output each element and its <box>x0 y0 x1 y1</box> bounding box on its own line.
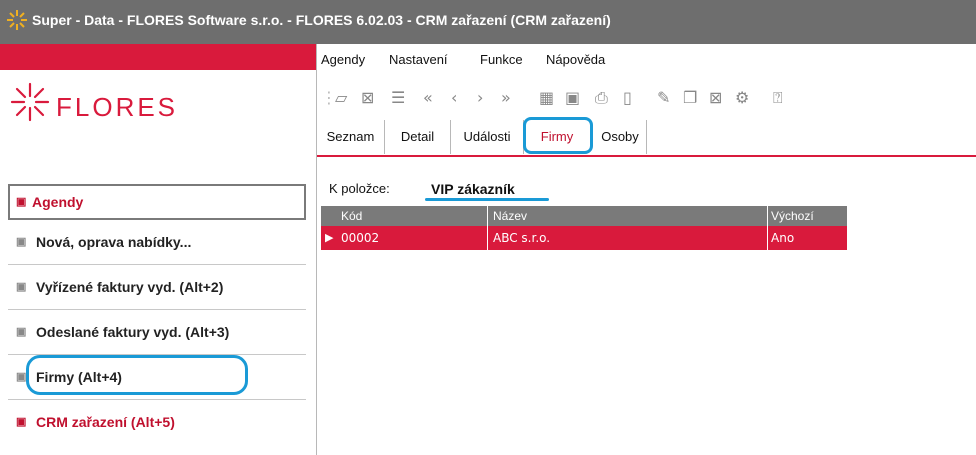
sidebar-item-odeslane-faktury[interactable]: ▣ Odeslané faktury vyd. (Alt+3) <box>8 310 306 355</box>
context-label: K položce: <box>329 181 390 196</box>
column-separator <box>487 206 488 226</box>
item-bullet-icon: ▣ <box>16 326 27 338</box>
sidebar-nav: ▣ Agendy ▣ Nová, oprava nabídky... ▣ Vyř… <box>8 184 306 444</box>
title-bar: Super - Data - FLORES Software s.r.o. - … <box>0 0 976 44</box>
item-bullet-icon: ▣ <box>16 416 27 428</box>
toolbar: ⋮ ▱ ⊠ ☰ « ‹ › » ▦ ▣ ⎙ ▯ ✎ ❐ ⊠ ⚙ ⍰ <box>317 80 976 116</box>
menu-bar: Agendy Nastavení Funkce Nápověda <box>317 44 976 74</box>
sidebar-item-label: Vyřízené faktury vyd. (Alt+2) <box>36 279 224 295</box>
prev-icon[interactable]: ‹ <box>451 88 457 107</box>
menu-nastaveni[interactable]: Nastavení <box>389 52 448 67</box>
last-icon[interactable]: » <box>501 88 511 107</box>
tab-udalosti[interactable]: Události <box>451 120 524 154</box>
edit-icon[interactable]: ✎ <box>657 88 670 107</box>
sidebar-item-label: Agendy <box>32 194 84 210</box>
column-separator <box>767 206 768 226</box>
columns-icon[interactable]: ☰ <box>391 88 405 107</box>
settings-icon[interactable]: ⚙ <box>735 88 749 107</box>
save-icon[interactable]: ▣ <box>565 88 580 107</box>
close-icon[interactable]: ⊠ <box>361 88 374 107</box>
window-title: Super - Data - FLORES Software s.r.o. - … <box>32 12 611 28</box>
first-icon[interactable]: « <box>423 88 433 107</box>
export-icon[interactable]: ▦ <box>539 88 554 107</box>
tab-highlight-annotation <box>523 117 593 154</box>
main-area: Agendy Nastavení Funkce Nápověda ⋮ ▱ ⊠ ☰… <box>317 44 976 455</box>
column-separator <box>487 226 488 250</box>
tab-seznam[interactable]: Seznam <box>317 120 385 154</box>
column-header-kod[interactable]: Kód <box>341 209 362 223</box>
item-bullet-icon: ▣ <box>16 236 27 248</box>
flores-sun-icon <box>10 82 50 122</box>
brand-name: FLORES <box>56 92 179 122</box>
help-icon[interactable]: ⍰ <box>773 88 783 108</box>
new-icon[interactable]: ▯ <box>623 88 632 107</box>
flores-logo-icon <box>7 10 27 30</box>
item-bullet-icon: ▣ <box>16 371 27 383</box>
sidebar-item-crm-zarazeni[interactable]: ▣ CRM zařazení (Alt+5) <box>8 400 306 444</box>
open-icon[interactable]: ▱ <box>335 88 347 107</box>
tab-detail[interactable]: Detail <box>385 120 451 154</box>
copy-icon[interactable]: ❐ <box>683 88 697 107</box>
cell-nazev: ABC s.r.o. <box>493 231 551 245</box>
column-header-nazev[interactable]: Název <box>493 209 527 223</box>
collapse-icon: ▣ <box>16 196 27 208</box>
cell-kod: 00002 <box>341 231 380 245</box>
tabs-bar: Seznam Detail Události Firmy Osoby <box>317 120 976 157</box>
print-icon[interactable]: ⎙ <box>595 88 608 108</box>
sidebar-item-agendy[interactable]: ▣ Agendy <box>8 184 306 220</box>
next-icon[interactable]: › <box>477 88 483 107</box>
context-underline-annotation <box>425 198 549 201</box>
context-value: VIP zákazník <box>431 181 515 197</box>
column-separator <box>767 226 768 250</box>
crm-highlight-annotation <box>26 355 248 395</box>
delete-icon[interactable]: ⊠ <box>709 88 722 107</box>
sidebar-item-vyrizene-faktury[interactable]: ▣ Vyřízené faktury vyd. (Alt+2) <box>8 265 306 310</box>
item-bullet-icon: ▣ <box>16 281 27 293</box>
tab-osoby[interactable]: Osoby <box>594 120 647 154</box>
sidebar-item-nova-oprava-nabidky[interactable]: ▣ Nová, oprava nabídky... <box>8 220 306 265</box>
data-grid: Kód Název Výchozí ▶ 00002 ABC s.r.o. Ano <box>321 206 847 250</box>
row-indicator-icon: ▶ <box>325 231 334 244</box>
table-row[interactable]: ▶ 00002 ABC s.r.o. Ano <box>321 226 847 250</box>
menu-funkce[interactable]: Funkce <box>480 52 523 67</box>
cell-vychozi: Ano <box>771 231 795 245</box>
menu-agendy[interactable]: Agendy <box>321 52 365 67</box>
grid-header: Kód Název Výchozí <box>321 206 847 226</box>
menu-napoveda[interactable]: Nápověda <box>546 52 605 67</box>
sidebar-header-bar <box>0 44 316 70</box>
column-header-vychozi[interactable]: Výchozí <box>771 209 814 223</box>
sidebar-item-label: Nová, oprava nabídky... <box>36 234 192 250</box>
sidebar-item-label: CRM zařazení (Alt+5) <box>36 414 175 430</box>
sidebar-item-label: Odeslané faktury vyd. (Alt+3) <box>36 324 230 340</box>
